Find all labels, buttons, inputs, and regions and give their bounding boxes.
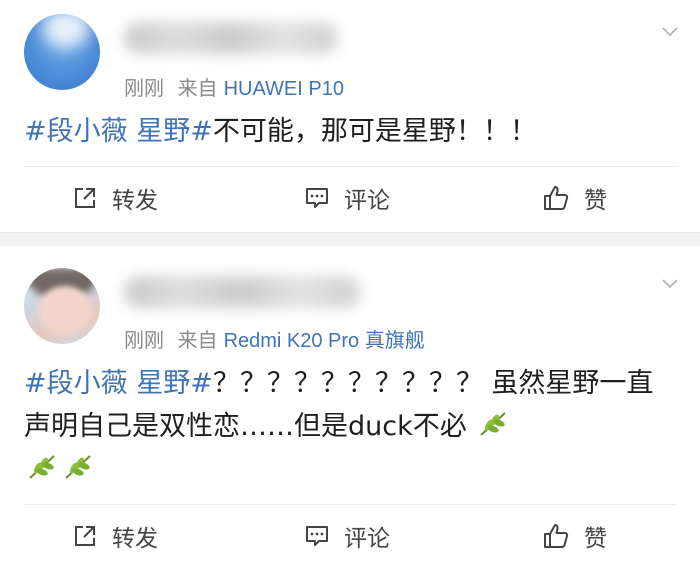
like-label: 赞 [584,526,607,552]
post-card-1: 刚刚 来自 HUAWEI P10 #段小薇 星野#不可能，那可是星野！！！ 转发 … [0,0,700,232]
avatar[interactable] [24,14,100,90]
leaf-emoji-icon [480,412,507,436]
topic-tag[interactable]: #段小薇 星野# [24,116,213,147]
forward-label: 转发 [112,526,158,552]
thumbs-up-icon [544,186,569,210]
divider [24,504,676,505]
source-prefix: 来自 [177,330,218,352]
username-blurred[interactable] [124,276,360,308]
share-icon [75,188,95,208]
source-device[interactable]: HUAWEI P10 [224,78,344,100]
post-card-2: 刚刚 来自 Redmi K20 Pro 真旗舰 #段小薇 星野#？？？？？？？？？… [0,246,700,552]
post-meta: 刚刚 来自 Redmi K20 Pro 真旗舰 [124,324,425,353]
chevron-down-icon[interactable] [662,24,678,40]
forward-button[interactable]: 转发 [72,170,158,226]
divider [24,166,676,167]
post-text: 不可能，那可是星野！！！ [212,116,537,147]
forward-button[interactable]: 转发 [72,508,158,564]
comment-button[interactable]: 评论 [304,170,390,226]
comment-button[interactable]: 评论 [304,508,390,564]
comment-icon [306,188,328,208]
comment-label: 评论 [344,526,390,552]
leaf-emoji-icon [65,455,91,479]
avatar[interactable] [24,268,100,344]
action-bar: 转发 评论 赞 [0,170,700,230]
share-icon [75,526,95,546]
comment-icon [306,526,328,546]
forward-label: 转发 [112,188,158,214]
post-content: #段小薇 星野#不可能，那可是星野！！！ [24,110,680,153]
post-separator [0,232,700,246]
source-prefix: 来自 [177,78,218,100]
like-label: 赞 [584,188,607,214]
username-blurred[interactable] [124,22,338,54]
like-button[interactable]: 赞 [542,170,607,226]
post-meta: 刚刚 来自 HUAWEI P10 [124,72,344,101]
post-time: 刚刚 [124,78,164,100]
comment-label: 评论 [344,188,390,214]
like-button[interactable]: 赞 [542,508,607,564]
leaf-emoji-icon [29,455,55,479]
source-device[interactable]: Redmi K20 Pro 真旗舰 [224,330,425,352]
thumbs-up-icon [544,524,569,548]
chevron-down-icon[interactable] [662,276,678,292]
post-content: #段小薇 星野#？？？？？？？？？？ 虽然星野一直声明自己是双性恋……但是duc… [24,362,680,491]
action-bar: 转发 评论 赞 [0,508,700,568]
post-time: 刚刚 [124,330,164,352]
topic-tag[interactable]: #段小薇 星野# [24,368,213,399]
